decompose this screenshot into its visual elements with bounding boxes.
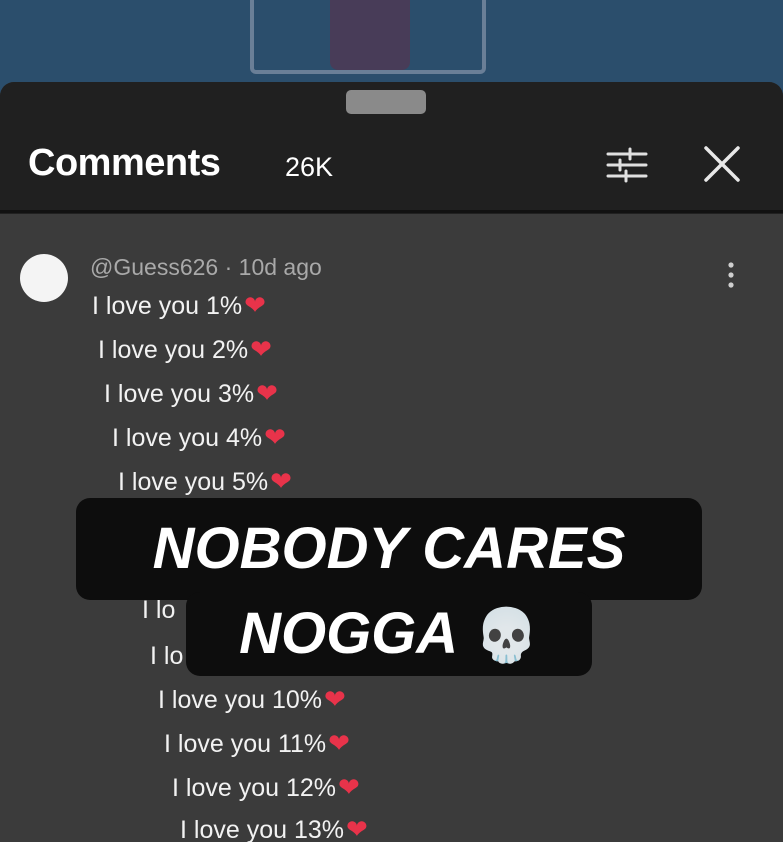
- heart-emoji-icon: ❤: [338, 772, 360, 802]
- comments-count: 26K: [285, 152, 334, 182]
- comment-line-text: I love you 4%: [112, 424, 263, 452]
- meta-separator: ·: [218, 254, 239, 280]
- comment-line: I love you 10%❤: [158, 684, 346, 715]
- caption-text-1: NOBODY CARES: [152, 516, 626, 581]
- comment-line-text: I lo: [142, 596, 176, 624]
- kebab-menu-icon[interactable]: [724, 260, 738, 290]
- comment-line-text: I love you 1%: [92, 292, 243, 320]
- comment-author[interactable]: @Guess626: [90, 254, 218, 280]
- comment-line: I love you 3%❤: [104, 378, 278, 409]
- caption-text-2: NOGGA: [239, 601, 459, 666]
- meme-caption-line-2: NOGGA 💀: [186, 592, 592, 676]
- hoop-net-graphic: [330, 0, 410, 70]
- heart-emoji-icon: ❤: [256, 378, 278, 408]
- skull-emoji-icon: 💀: [474, 607, 539, 665]
- comment-line: I love you 1%❤: [92, 290, 266, 321]
- comments-sheet: Comments 26K @Guess626 · 10d ago I love …: [0, 82, 783, 842]
- comment-age: 10d ago: [238, 254, 322, 280]
- heart-emoji-icon: ❤: [328, 728, 350, 758]
- avatar[interactable]: [20, 254, 68, 302]
- heart-emoji-icon: ❤: [250, 334, 272, 364]
- heart-emoji-icon: ❤: [264, 422, 286, 452]
- comment-line: I love you 5%❤: [118, 466, 292, 497]
- heart-emoji-icon: ❤: [346, 814, 368, 842]
- comment-line: I love you 12%❤: [172, 772, 360, 803]
- heart-emoji-icon: ❤: [244, 290, 266, 320]
- comment-line-text: I love you 2%: [98, 336, 249, 364]
- close-icon[interactable]: [700, 142, 744, 186]
- comment-line-text: I love you 5%: [118, 468, 269, 496]
- sliders-icon[interactable]: [604, 146, 650, 184]
- heart-emoji-icon: ❤: [324, 684, 346, 714]
- header-divider: [0, 210, 783, 213]
- comment-line-text: I love you 13%: [180, 816, 344, 842]
- drag-handle[interactable]: [346, 90, 426, 114]
- comment-line: I love you 11%❤: [164, 728, 350, 759]
- comment-line-text: I love you 3%: [104, 380, 255, 408]
- comment-line: I love you 13%❤: [180, 814, 368, 842]
- comment-line: I love you 2%❤: [98, 334, 272, 365]
- comments-header: Comments 26K: [0, 82, 783, 214]
- comment-line-text: I love you 12%: [172, 774, 336, 802]
- comment-meta: @Guess626 · 10d ago: [90, 254, 322, 281]
- heart-emoji-icon: ❤: [270, 466, 292, 496]
- comment-line-text: I lo: [150, 642, 184, 670]
- meme-caption-line-1: NOBODY CARES: [76, 498, 702, 600]
- comment-line-text: I love you 10%: [158, 686, 322, 714]
- comment-line-text: I love you 11%: [164, 730, 327, 758]
- comment-line: I lo: [142, 596, 175, 625]
- video-background: [0, 0, 783, 90]
- comments-title: Comments: [28, 142, 221, 184]
- comment-line: I love you 4%❤: [112, 422, 286, 453]
- comment-line: I lo: [150, 642, 183, 671]
